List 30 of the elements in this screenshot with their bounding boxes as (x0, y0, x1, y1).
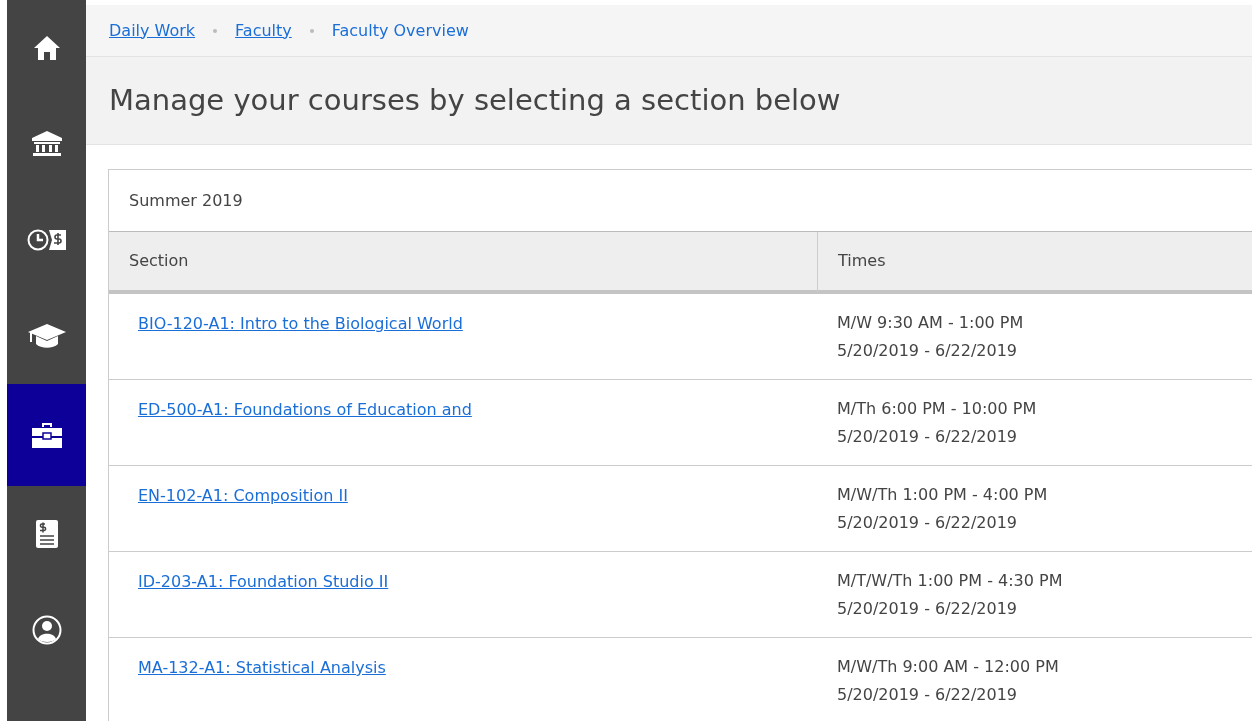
table-cell-text: M/W/Th 1:00 PM - 4:00 PM (837, 484, 1048, 506)
breadcrumb-current: Faculty Overview (331, 19, 469, 42)
briefcase-icon (30, 421, 63, 449)
table-cell-text: M/W 9:30 AM - 1:00 PM (837, 312, 1024, 334)
clock-dollar-icon (26, 228, 67, 252)
table-cell-text: 5/20/2019 - 6/22/2019 (837, 340, 1018, 362)
section-link[interactable]: BIO-120-A1: Intro to the Biological World (138, 314, 463, 333)
table-cell-text: M/T/W/Th 1:00 PM - 4:30 PM (837, 570, 1063, 592)
bank-icon (30, 130, 63, 158)
section-link[interactable]: ED-500-A1: Foundations of Education and (138, 400, 472, 419)
table-cell-text: 5/20/2019 - 6/22/2019 (837, 684, 1018, 706)
graduation-cap-icon (26, 323, 67, 349)
section-link[interactable]: MA-132-A1: Statistical Analysis (138, 658, 386, 677)
sidebar-item[interactable] (7, 384, 86, 486)
section-link[interactable]: EN-102-A1: Composition II (138, 486, 348, 505)
column-header: Times (838, 250, 886, 272)
page-title: Manage your courses by selecting a section below (109, 83, 841, 118)
table-cell-text: 5/20/2019 - 6/22/2019 (837, 426, 1018, 448)
table-cell-text: 5/20/2019 - 6/22/2019 (837, 512, 1018, 534)
bill-icon (34, 519, 59, 549)
term-label: Summer 2019 (129, 189, 243, 212)
home-icon (32, 35, 61, 61)
section-link[interactable]: ID-203-A1: Foundation Studio II (138, 572, 389, 591)
table-cell-text: M/W/Th 9:00 AM - 12:00 PM (837, 656, 1059, 678)
column-header: Section (129, 250, 189, 272)
table-cell-text: 5/20/2019 - 6/22/2019 (837, 598, 1018, 620)
breadcrumb-link[interactable]: Daily Work (109, 18, 196, 43)
user-icon (31, 615, 62, 645)
table-cell-text: M/Th 6:00 PM - 10:00 PM (837, 398, 1037, 420)
breadcrumb-link[interactable]: Faculty (235, 18, 292, 43)
